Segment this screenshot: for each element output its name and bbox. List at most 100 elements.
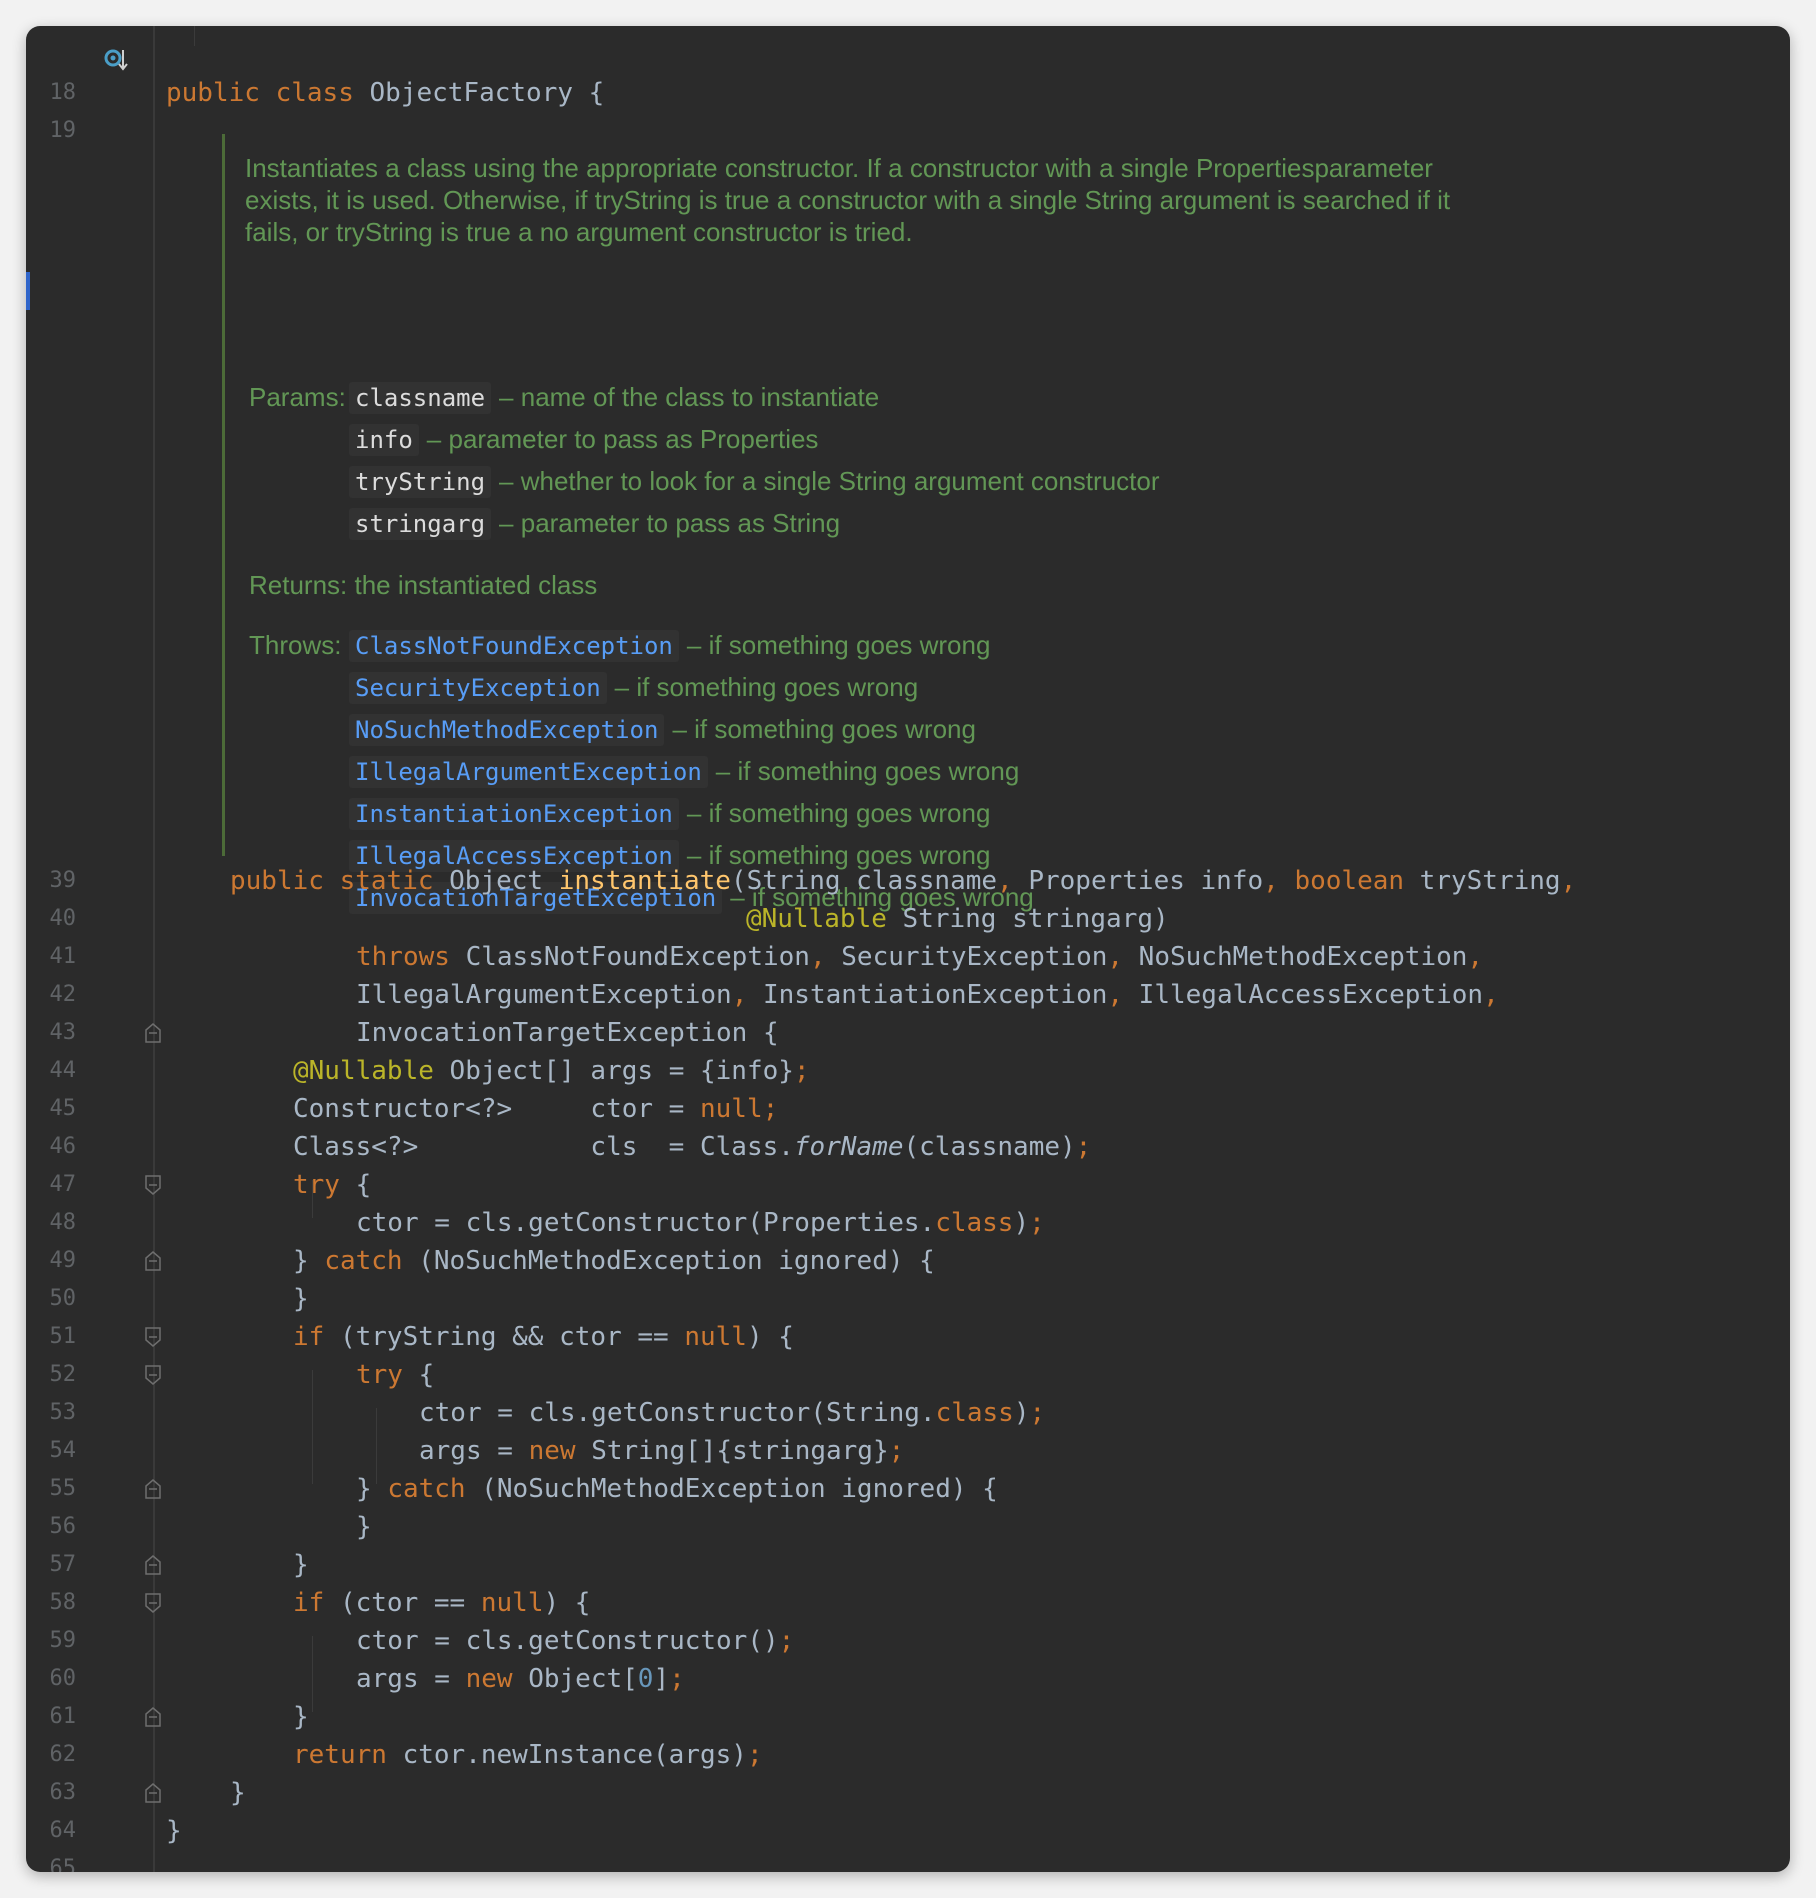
code-line[interactable]: } catch (NoSuchMethodException ignored) …: [293, 1242, 935, 1280]
fold-marker-icon[interactable]: [145, 1783, 161, 1803]
code-line[interactable]: args = new String[]{stringarg};: [419, 1432, 904, 1470]
code-line[interactable]: return ctor.newInstance(args);: [293, 1736, 763, 1774]
line-number[interactable]: 39: [26, 862, 77, 900]
code-line[interactable]: @Nullable String stringarg): [746, 900, 1169, 938]
param-row: info – parameter to pass as Properties: [349, 418, 818, 460]
param-desc: – parameter to pass as String: [499, 508, 841, 538]
line-number[interactable]: 56: [26, 1508, 77, 1546]
line-number[interactable]: 19: [26, 112, 77, 150]
code-line[interactable]: public static Object instantiate(String …: [230, 862, 1576, 900]
line-number[interactable]: 50: [26, 1280, 77, 1318]
throws-row: NoSuchMethodException – if something goes…: [349, 708, 976, 750]
code-editor[interactable]: Instantiates a class using the appropria…: [26, 26, 1790, 1872]
line-number[interactable]: 54: [26, 1432, 77, 1470]
fold-marker-icon[interactable]: [145, 1175, 161, 1195]
line-number[interactable]: 55: [26, 1470, 77, 1508]
indent-guide: [312, 1370, 313, 1484]
returns-desc: the instantiated class: [354, 570, 598, 600]
line-number[interactable]: 65: [26, 1850, 77, 1872]
param-row: tryString – whether to look for a single …: [349, 460, 1160, 502]
code-line[interactable]: throws ClassNotFoundException, SecurityE…: [356, 938, 1483, 976]
param-name: info: [349, 424, 419, 456]
param-desc: – name of the class to instantiate: [499, 382, 880, 412]
indent-guide: [312, 1636, 313, 1712]
line-number[interactable]: 52: [26, 1356, 77, 1394]
throws-row: ClassNotFoundException – if something goe…: [349, 624, 990, 666]
code-line[interactable]: }: [293, 1698, 309, 1736]
line-number[interactable]: 57: [26, 1546, 77, 1584]
exception-link[interactable]: SecurityException: [349, 672, 607, 704]
param-desc: – parameter to pass as Properties: [426, 424, 819, 454]
code-line[interactable]: ctor = cls.getConstructor();: [356, 1622, 794, 1660]
line-number[interactable]: 43: [26, 1014, 77, 1052]
fold-marker-icon[interactable]: [145, 1707, 161, 1727]
line-number[interactable]: 45: [26, 1090, 77, 1128]
code-line[interactable]: public class ObjectFactory {: [166, 74, 604, 112]
line-number[interactable]: 49: [26, 1242, 77, 1280]
code-line[interactable]: try {: [293, 1166, 371, 1204]
code-line[interactable]: if (ctor == null) {: [293, 1584, 590, 1622]
exception-link[interactable]: IllegalArgumentException: [349, 756, 708, 788]
line-number[interactable]: 64: [26, 1812, 77, 1850]
rendered-javadoc: Instantiates a class using the appropria…: [222, 134, 1515, 914]
code-line[interactable]: try {: [356, 1356, 434, 1394]
indent-guide: [194, 26, 195, 46]
line-number[interactable]: 63: [26, 1774, 77, 1812]
fold-marker-icon[interactable]: [145, 1251, 161, 1271]
param-name: tryString: [349, 466, 492, 498]
fold-marker-icon[interactable]: [145, 1023, 161, 1043]
exception-link[interactable]: InstantiationException: [349, 798, 679, 830]
line-number[interactable]: 61: [26, 1698, 77, 1736]
param-row: stringarg – parameter to pass as String: [349, 502, 840, 544]
returns-row: Returns: the instantiated class: [249, 564, 597, 606]
throws-row: SecurityException – if something goes wro…: [349, 666, 918, 708]
code-line[interactable]: ctor = cls.getConstructor(String.class);: [419, 1394, 1045, 1432]
fold-marker-icon[interactable]: [145, 1479, 161, 1499]
code-line[interactable]: }: [230, 1774, 246, 1812]
code-line[interactable]: args = new Object[0];: [356, 1660, 685, 1698]
param-desc: – whether to look for a single String ar…: [499, 466, 1160, 496]
line-number[interactable]: 59: [26, 1622, 77, 1660]
code-line[interactable]: @Nullable Object[] args = {info};: [293, 1052, 810, 1090]
code-line[interactable]: }: [293, 1280, 309, 1318]
line-number[interactable]: 42: [26, 976, 77, 1014]
line-number[interactable]: 18: [26, 74, 77, 112]
fold-marker-icon[interactable]: [145, 1593, 161, 1613]
line-number[interactable]: 53: [26, 1394, 77, 1432]
exception-desc: – if something goes wrong: [672, 714, 976, 744]
line-number[interactable]: 58: [26, 1584, 77, 1622]
returns-label: Returns:: [249, 570, 348, 600]
exception-desc: – if something goes wrong: [686, 798, 991, 828]
line-number[interactable]: 47: [26, 1166, 77, 1204]
code-line[interactable]: }: [356, 1508, 372, 1546]
line-number[interactable]: 48: [26, 1204, 77, 1242]
code-line[interactable]: if (tryString && ctor == null) {: [293, 1318, 794, 1356]
line-number[interactable]: 46: [26, 1128, 77, 1166]
code-line[interactable]: Class<?> cls = Class.forName(classname);: [293, 1128, 1091, 1166]
exception-desc: – if something goes wrong: [715, 756, 1020, 786]
line-number[interactable]: 62: [26, 1736, 77, 1774]
line-number[interactable]: 60: [26, 1660, 77, 1698]
exception-link[interactable]: NoSuchMethodException: [349, 714, 665, 746]
code-line[interactable]: }: [166, 1812, 182, 1850]
code-line[interactable]: }: [293, 1546, 309, 1584]
code-line[interactable]: IllegalArgumentException, InstantiationE…: [356, 976, 1499, 1014]
param-name: stringarg: [349, 508, 492, 540]
exception-link[interactable]: ClassNotFoundException: [349, 630, 679, 662]
line-number[interactable]: 44: [26, 1052, 77, 1090]
code-line[interactable]: ctor = cls.getConstructor(Properties.cla…: [356, 1204, 1045, 1242]
scroll-mark: [26, 272, 30, 310]
implementation-marker-icon[interactable]: [102, 46, 130, 74]
fold-marker-icon[interactable]: [145, 1327, 161, 1347]
doc-description: Instantiates a class using the appropria…: [245, 153, 1451, 247]
fold-marker-icon[interactable]: [145, 1555, 161, 1575]
line-number[interactable]: 51: [26, 1318, 77, 1356]
line-number[interactable]: 40: [26, 900, 77, 938]
throws-row: InstantiationException – if something goe…: [349, 792, 990, 834]
line-number[interactable]: 41: [26, 938, 77, 976]
code-line[interactable]: InvocationTargetException {: [356, 1014, 779, 1052]
fold-marker-icon[interactable]: [145, 1365, 161, 1385]
code-line[interactable]: Constructor<?> ctor = null;: [293, 1090, 778, 1128]
code-line[interactable]: } catch (NoSuchMethodException ignored) …: [356, 1470, 998, 1508]
throws-row: IllegalArgumentException – if something g…: [349, 750, 1019, 792]
